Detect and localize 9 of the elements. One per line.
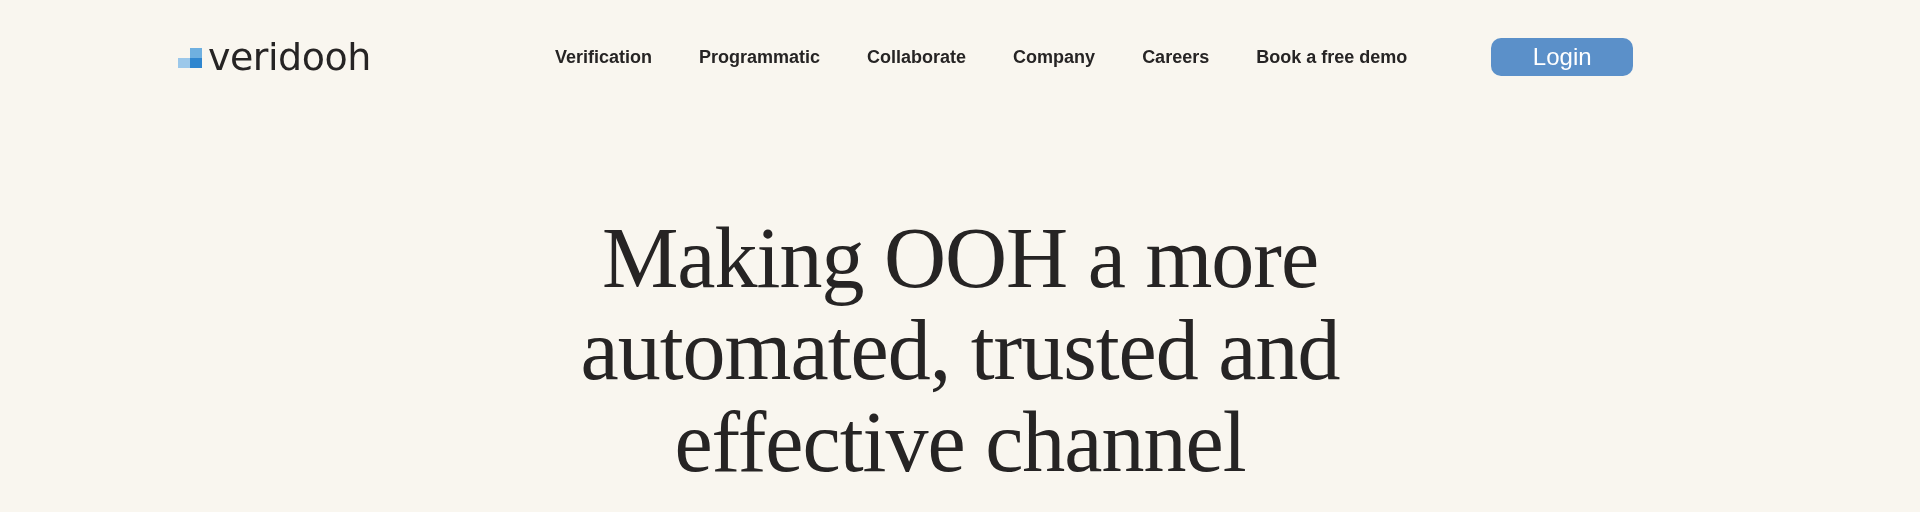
nav-link[interactable]: Collaborate <box>867 46 967 68</box>
nav-link[interactable]: Programmatic <box>699 46 821 68</box>
hero-heading: Making OOH a more automated, trusted and effective channel <box>579 212 1341 488</box>
nav-link[interactable]: Company <box>1013 46 1096 68</box>
nav-link[interactable]: Book a free demo <box>1256 46 1408 68</box>
nav-link[interactable]: Careers <box>1142 46 1210 68</box>
nav-link[interactable]: Verification <box>555 46 653 68</box>
logo-text[interactable]: veridooh <box>208 38 371 76</box>
logo-icon <box>178 48 202 68</box>
